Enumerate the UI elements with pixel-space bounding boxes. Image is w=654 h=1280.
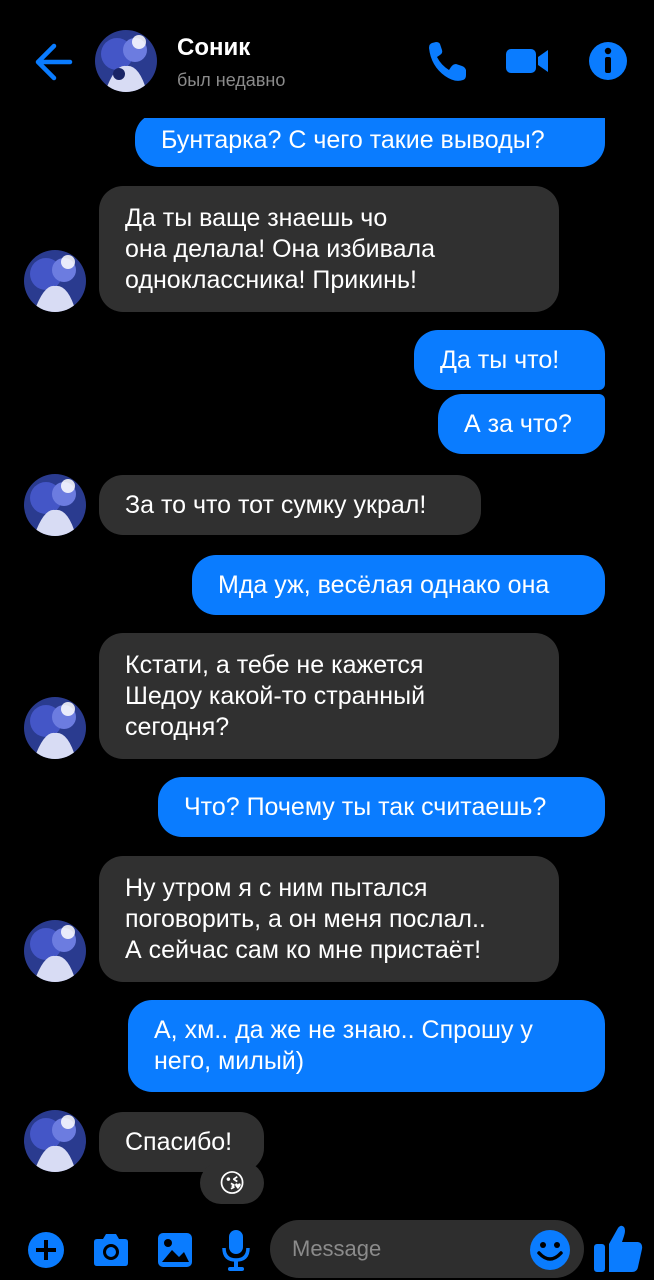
- message-outgoing[interactable]: Бунтарка? С чего такие выводы?: [135, 113, 605, 167]
- video-icon[interactable]: [504, 38, 552, 84]
- message-text: Кстати, а тебе не кажется Шедоу какой-то…: [125, 650, 426, 741]
- message-incoming[interactable]: Ну утром я с ним пытался поговорить, а о…: [99, 856, 559, 982]
- message-reaction[interactable]: 😘: [200, 1162, 264, 1204]
- message-text: Да ты ваще знаешь чо она делала! Она изб…: [125, 203, 436, 294]
- gallery-icon[interactable]: [155, 1230, 195, 1270]
- message-text: Да ты что!: [440, 345, 560, 374]
- message-outgoing[interactable]: Мда уж, весёлая однако она: [192, 555, 605, 615]
- contact-name[interactable]: Соник: [177, 34, 250, 62]
- message-outgoing[interactable]: Что? Почему ты так считаешь?: [158, 777, 605, 837]
- sender-avatar[interactable]: [24, 697, 86, 759]
- sender-avatar[interactable]: [24, 1110, 86, 1172]
- contact-avatar[interactable]: [95, 30, 157, 92]
- back-arrow-icon[interactable]: [30, 40, 76, 84]
- message-incoming[interactable]: Кстати, а тебе не кажется Шедоу какой-то…: [99, 633, 559, 759]
- kiss-emoji-icon: 😘: [218, 1167, 246, 1198]
- message-text: А за что?: [464, 409, 572, 438]
- message-text: Мда уж, весёлая однако она: [218, 570, 550, 599]
- info-icon[interactable]: [584, 38, 632, 84]
- phone-icon[interactable]: [423, 38, 471, 84]
- message-text: Спасибо!: [125, 1127, 233, 1156]
- chat-header: Соник был недавно: [0, 0, 654, 118]
- message-text: А, хм.. да же не знаю.. Спрошу у него, м…: [154, 1016, 533, 1075]
- message-outgoing[interactable]: А за что?: [438, 394, 605, 454]
- message-incoming[interactable]: За то что тот сумку украл!: [99, 475, 481, 535]
- message-text: Бунтарка? С чего такие выводы?: [161, 125, 545, 154]
- plus-icon[interactable]: [26, 1230, 66, 1270]
- sender-avatar[interactable]: [24, 920, 86, 982]
- contact-status: был недавно: [177, 70, 286, 90]
- message-outgoing[interactable]: Да ты что!: [414, 330, 605, 390]
- message-outgoing[interactable]: А, хм.. да же не знаю.. Спрошу у него, м…: [128, 1000, 605, 1092]
- sender-avatar[interactable]: [24, 474, 86, 536]
- message-text: За то что тот сумку украл!: [125, 490, 427, 519]
- thumbs-up-icon[interactable]: [592, 1222, 646, 1276]
- message-incoming[interactable]: Да ты ваще знаешь чо она делала! Она изб…: [99, 186, 559, 312]
- camera-icon[interactable]: [90, 1230, 132, 1270]
- emoji-icon[interactable]: [528, 1228, 572, 1272]
- sender-avatar[interactable]: [24, 250, 86, 312]
- message-text: Ну утром я с ним пытался поговорить, а о…: [125, 873, 486, 964]
- message-text: Что? Почему ты так считаешь?: [184, 792, 547, 821]
- microphone-icon[interactable]: [219, 1228, 253, 1272]
